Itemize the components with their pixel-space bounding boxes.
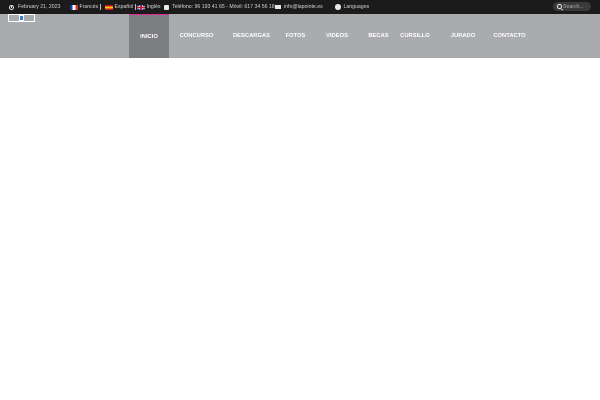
languages-label[interactable]: Languages — [344, 4, 370, 10]
nav-item-descargas[interactable]: DESCARGAS — [224, 14, 279, 58]
divider — [99, 4, 101, 10]
search-input[interactable] — [563, 2, 589, 11]
language-english[interactable]: Inglés — [147, 4, 161, 10]
date-display: February 21, 2023 — [9, 0, 60, 14]
email-link[interactable]: info@lapointe.es — [284, 4, 323, 10]
nav-item-concurso[interactable]: CONCURSO — [169, 14, 224, 58]
top-bar: February 21, 2023 Francés Español Inglés… — [0, 0, 600, 14]
clock-icon — [9, 4, 14, 10]
france-flag-icon[interactable] — [70, 4, 78, 10]
nav-item-videos[interactable]: VIDEOS — [312, 14, 362, 58]
globe-icon — [335, 4, 341, 10]
uk-flag-icon[interactable] — [137, 4, 146, 10]
phone-icon — [164, 4, 169, 10]
phone-text: Teléfono: 96 193 41 65 - Móvil: 617 34 5… — [172, 4, 275, 10]
logo-icon — [19, 15, 24, 21]
main-navigation: INICIO CONCURSO DESCARGAS FOTOS VIDEOS B… — [0, 14, 600, 58]
site-logo[interactable] — [8, 14, 35, 22]
languages-menu[interactable]: Languages — [335, 0, 369, 14]
nav-item-fotos[interactable]: FOTOS — [279, 14, 312, 58]
nav-item-inicio[interactable]: INICIO — [129, 14, 169, 58]
language-switcher: Francés Español Inglés — [70, 0, 160, 14]
divider — [134, 4, 136, 10]
date-text: February 21, 2023 — [18, 4, 61, 10]
nav-item-contacto[interactable]: CONTACTO — [491, 14, 528, 58]
language-spanish[interactable]: Español — [115, 4, 134, 10]
mail-icon — [275, 5, 281, 9]
nav-menu: INICIO CONCURSO DESCARGAS FOTOS VIDEOS B… — [129, 14, 528, 58]
nav-item-cursillo[interactable]: CURSILLO — [395, 14, 435, 58]
spain-flag-icon[interactable] — [105, 4, 114, 10]
phone-info: Teléfono: 96 193 41 65 - Móvil: 617 34 5… — [164, 0, 275, 14]
search-box[interactable] — [553, 2, 591, 11]
language-french[interactable]: Francés — [80, 4, 99, 10]
search-icon[interactable] — [557, 4, 562, 9]
nav-item-jurado[interactable]: JURADO — [435, 14, 491, 58]
email-info: info@lapointe.es — [275, 0, 323, 14]
nav-item-becas[interactable]: BECAS — [362, 14, 395, 58]
